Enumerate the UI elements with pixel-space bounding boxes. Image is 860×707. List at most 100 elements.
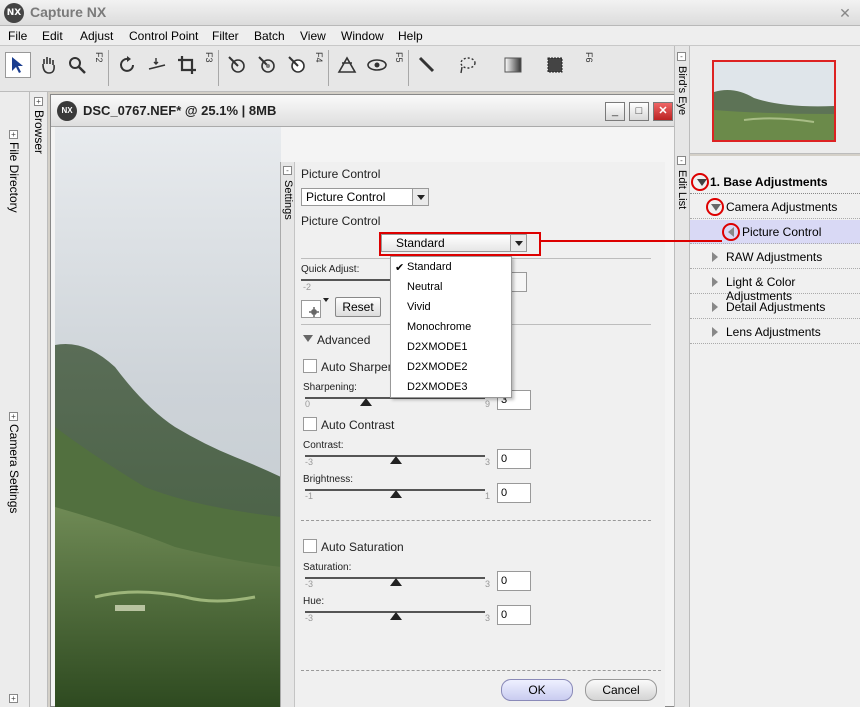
dropdown-option-vivid[interactable]: Vivid [407, 301, 431, 313]
close-button[interactable]: ✕ [653, 102, 673, 121]
auto-sharpen-checkbox[interactable] [303, 359, 317, 373]
picture-control-dropdown: ✔ Standard Neutral Vivid Monochrome D2XM… [390, 256, 512, 398]
crop-tool-icon[interactable] [174, 52, 200, 78]
dropdown-option-d2xmode1[interactable]: D2XMODE1 [407, 341, 468, 353]
tab-file-directory[interactable]: File Directory [7, 142, 21, 213]
saturation-max: 3 [485, 579, 491, 589]
bottom-expand-icon[interactable]: + [9, 694, 18, 703]
expand-arrow-icon [712, 277, 718, 287]
edit-item-detail-adjustments[interactable]: Detail Adjustments [690, 295, 860, 319]
birds-eye-collapse-icon[interactable]: - [677, 52, 686, 61]
tab-settings[interactable]: Settings [282, 180, 294, 220]
camera-settings-expand-icon[interactable]: + [9, 412, 18, 421]
sharpening-min: 0 [305, 399, 311, 409]
edit-item-lens-adjustments[interactable]: Lens Adjustments [690, 320, 860, 344]
neutral-control-point-icon[interactable] [254, 52, 280, 78]
edit-item-light-color-adjustments[interactable]: Light & Color Adjustments [690, 270, 860, 303]
brightness-value[interactable]: 0 [497, 483, 531, 503]
image-window-title: DSC_0767.NEF* @ 25.1% | 8MB [83, 103, 277, 118]
brightness-min: -1 [305, 491, 314, 501]
hue-value[interactable]: 0 [497, 605, 531, 625]
toolbar: F2 F3 F4 F5 F6 [0, 46, 675, 92]
contrast-slider-thumb[interactable] [390, 456, 402, 464]
image-window-title-bar: NX DSC_0767.NEF* @ 25.1% | 8MB _ □ ✕ [51, 95, 679, 127]
brightness-label: Brightness: [303, 474, 354, 485]
quick-adjust-slider[interactable] [301, 279, 391, 281]
straighten-tool-icon[interactable] [144, 52, 170, 78]
cancel-button[interactable]: Cancel [585, 679, 657, 701]
photo-preview [55, 127, 281, 707]
advanced-label[interactable]: Advanced [317, 333, 370, 347]
dropdown-option-monochrome[interactable]: Monochrome [407, 321, 471, 333]
auto-contrast-checkbox[interactable] [303, 417, 317, 431]
eye-tool-icon[interactable] [364, 52, 390, 78]
gear-menu-arrow-icon[interactable] [323, 298, 329, 302]
menu-control-point[interactable]: Control Point [129, 29, 198, 43]
tab-camera-settings[interactable]: Camera Settings [7, 424, 21, 513]
lasso-tool-icon[interactable] [454, 52, 480, 78]
dropdown-option-d2xmode2[interactable]: D2XMODE2 [407, 361, 468, 373]
zoom-tool-icon[interactable] [64, 52, 90, 78]
menu-window[interactable]: Window [341, 29, 384, 43]
annotation-highlight-box [379, 232, 541, 256]
hue-min: -3 [305, 613, 314, 623]
contrast-value[interactable]: 0 [497, 449, 531, 469]
brush-tool-icon[interactable] [414, 52, 440, 78]
app-close-icon[interactable]: ✕ [836, 4, 854, 22]
contrast-label: Contrast: [303, 440, 344, 451]
menu-batch[interactable]: Batch [254, 29, 285, 43]
select-tool-icon[interactable] [5, 52, 31, 78]
menu-help[interactable]: Help [398, 29, 423, 43]
minimize-button[interactable]: _ [605, 102, 625, 121]
dropdown-option-standard[interactable]: Standard [407, 261, 452, 273]
ok-button[interactable]: OK [501, 679, 573, 701]
menu-adjust[interactable]: Adjust [80, 29, 113, 43]
rotate-tool-icon[interactable] [114, 52, 140, 78]
divider [301, 670, 661, 671]
file-directory-expand-icon[interactable]: + [9, 130, 18, 139]
sharpening-max: 9 [485, 399, 491, 409]
hue-label: Hue: [303, 596, 325, 607]
auto-saturation-checkbox[interactable] [303, 539, 317, 553]
dropdown-option-d2xmode3[interactable]: D2XMODE3 [407, 381, 468, 393]
menu-view[interactable]: View [300, 29, 326, 43]
annotation-circle-camera [706, 198, 724, 216]
settings-gear-icon[interactable] [301, 300, 321, 318]
saturation-slider-thumb[interactable] [390, 578, 402, 586]
edit-list-collapse-icon[interactable]: - [677, 156, 686, 165]
adjustment-type-select[interactable]: Picture Control [301, 188, 429, 206]
quick-adjust-label: Quick Adjust: [301, 264, 360, 275]
tab-edit-list[interactable]: Edit List [676, 170, 688, 209]
maximize-button[interactable]: □ [629, 102, 649, 121]
brightness-slider-thumb[interactable] [390, 490, 402, 498]
fill-tool-icon[interactable] [542, 52, 568, 78]
f6-group: F6 [584, 52, 594, 63]
red-eye-tool-icon[interactable] [334, 52, 360, 78]
black-control-point-icon[interactable] [224, 52, 250, 78]
auto-contrast-label: Auto Contrast [321, 418, 395, 432]
birds-eye-thumbnail[interactable] [712, 60, 836, 142]
advanced-collapse-icon[interactable] [303, 335, 313, 342]
edit-item-base-adjustments[interactable]: 1. Base Adjustments [690, 170, 860, 194]
reset-button[interactable]: Reset [335, 297, 381, 317]
hand-tool-icon[interactable] [36, 52, 62, 78]
menu-edit[interactable]: Edit [42, 29, 63, 43]
saturation-value[interactable]: 0 [497, 571, 531, 591]
picture-control-label: Picture Control [301, 214, 381, 228]
gradient-tool-icon[interactable] [500, 52, 526, 78]
contrast-min: -3 [305, 457, 314, 467]
sharpening-slider-thumb[interactable] [360, 398, 372, 406]
menu-filter[interactable]: Filter [212, 29, 239, 43]
contrast-max: 3 [485, 457, 491, 467]
tab-birds-eye[interactable]: Bird's Eye [676, 66, 688, 115]
edit-list-panel: 1. Base Adjustments Camera Adjustments P… [690, 156, 860, 707]
settings-collapse-icon[interactable]: - [283, 166, 292, 175]
hue-slider-thumb[interactable] [390, 612, 402, 620]
dropdown-option-neutral[interactable]: Neutral [407, 281, 442, 293]
white-control-point-icon[interactable] [284, 52, 310, 78]
edit-item-raw-adjustments[interactable]: RAW Adjustments [690, 245, 860, 269]
saturation-min: -3 [305, 579, 314, 589]
tab-browser[interactable]: Browser [32, 110, 46, 154]
menu-file[interactable]: File [8, 29, 27, 43]
browser-expand-icon[interactable]: + [34, 97, 43, 106]
